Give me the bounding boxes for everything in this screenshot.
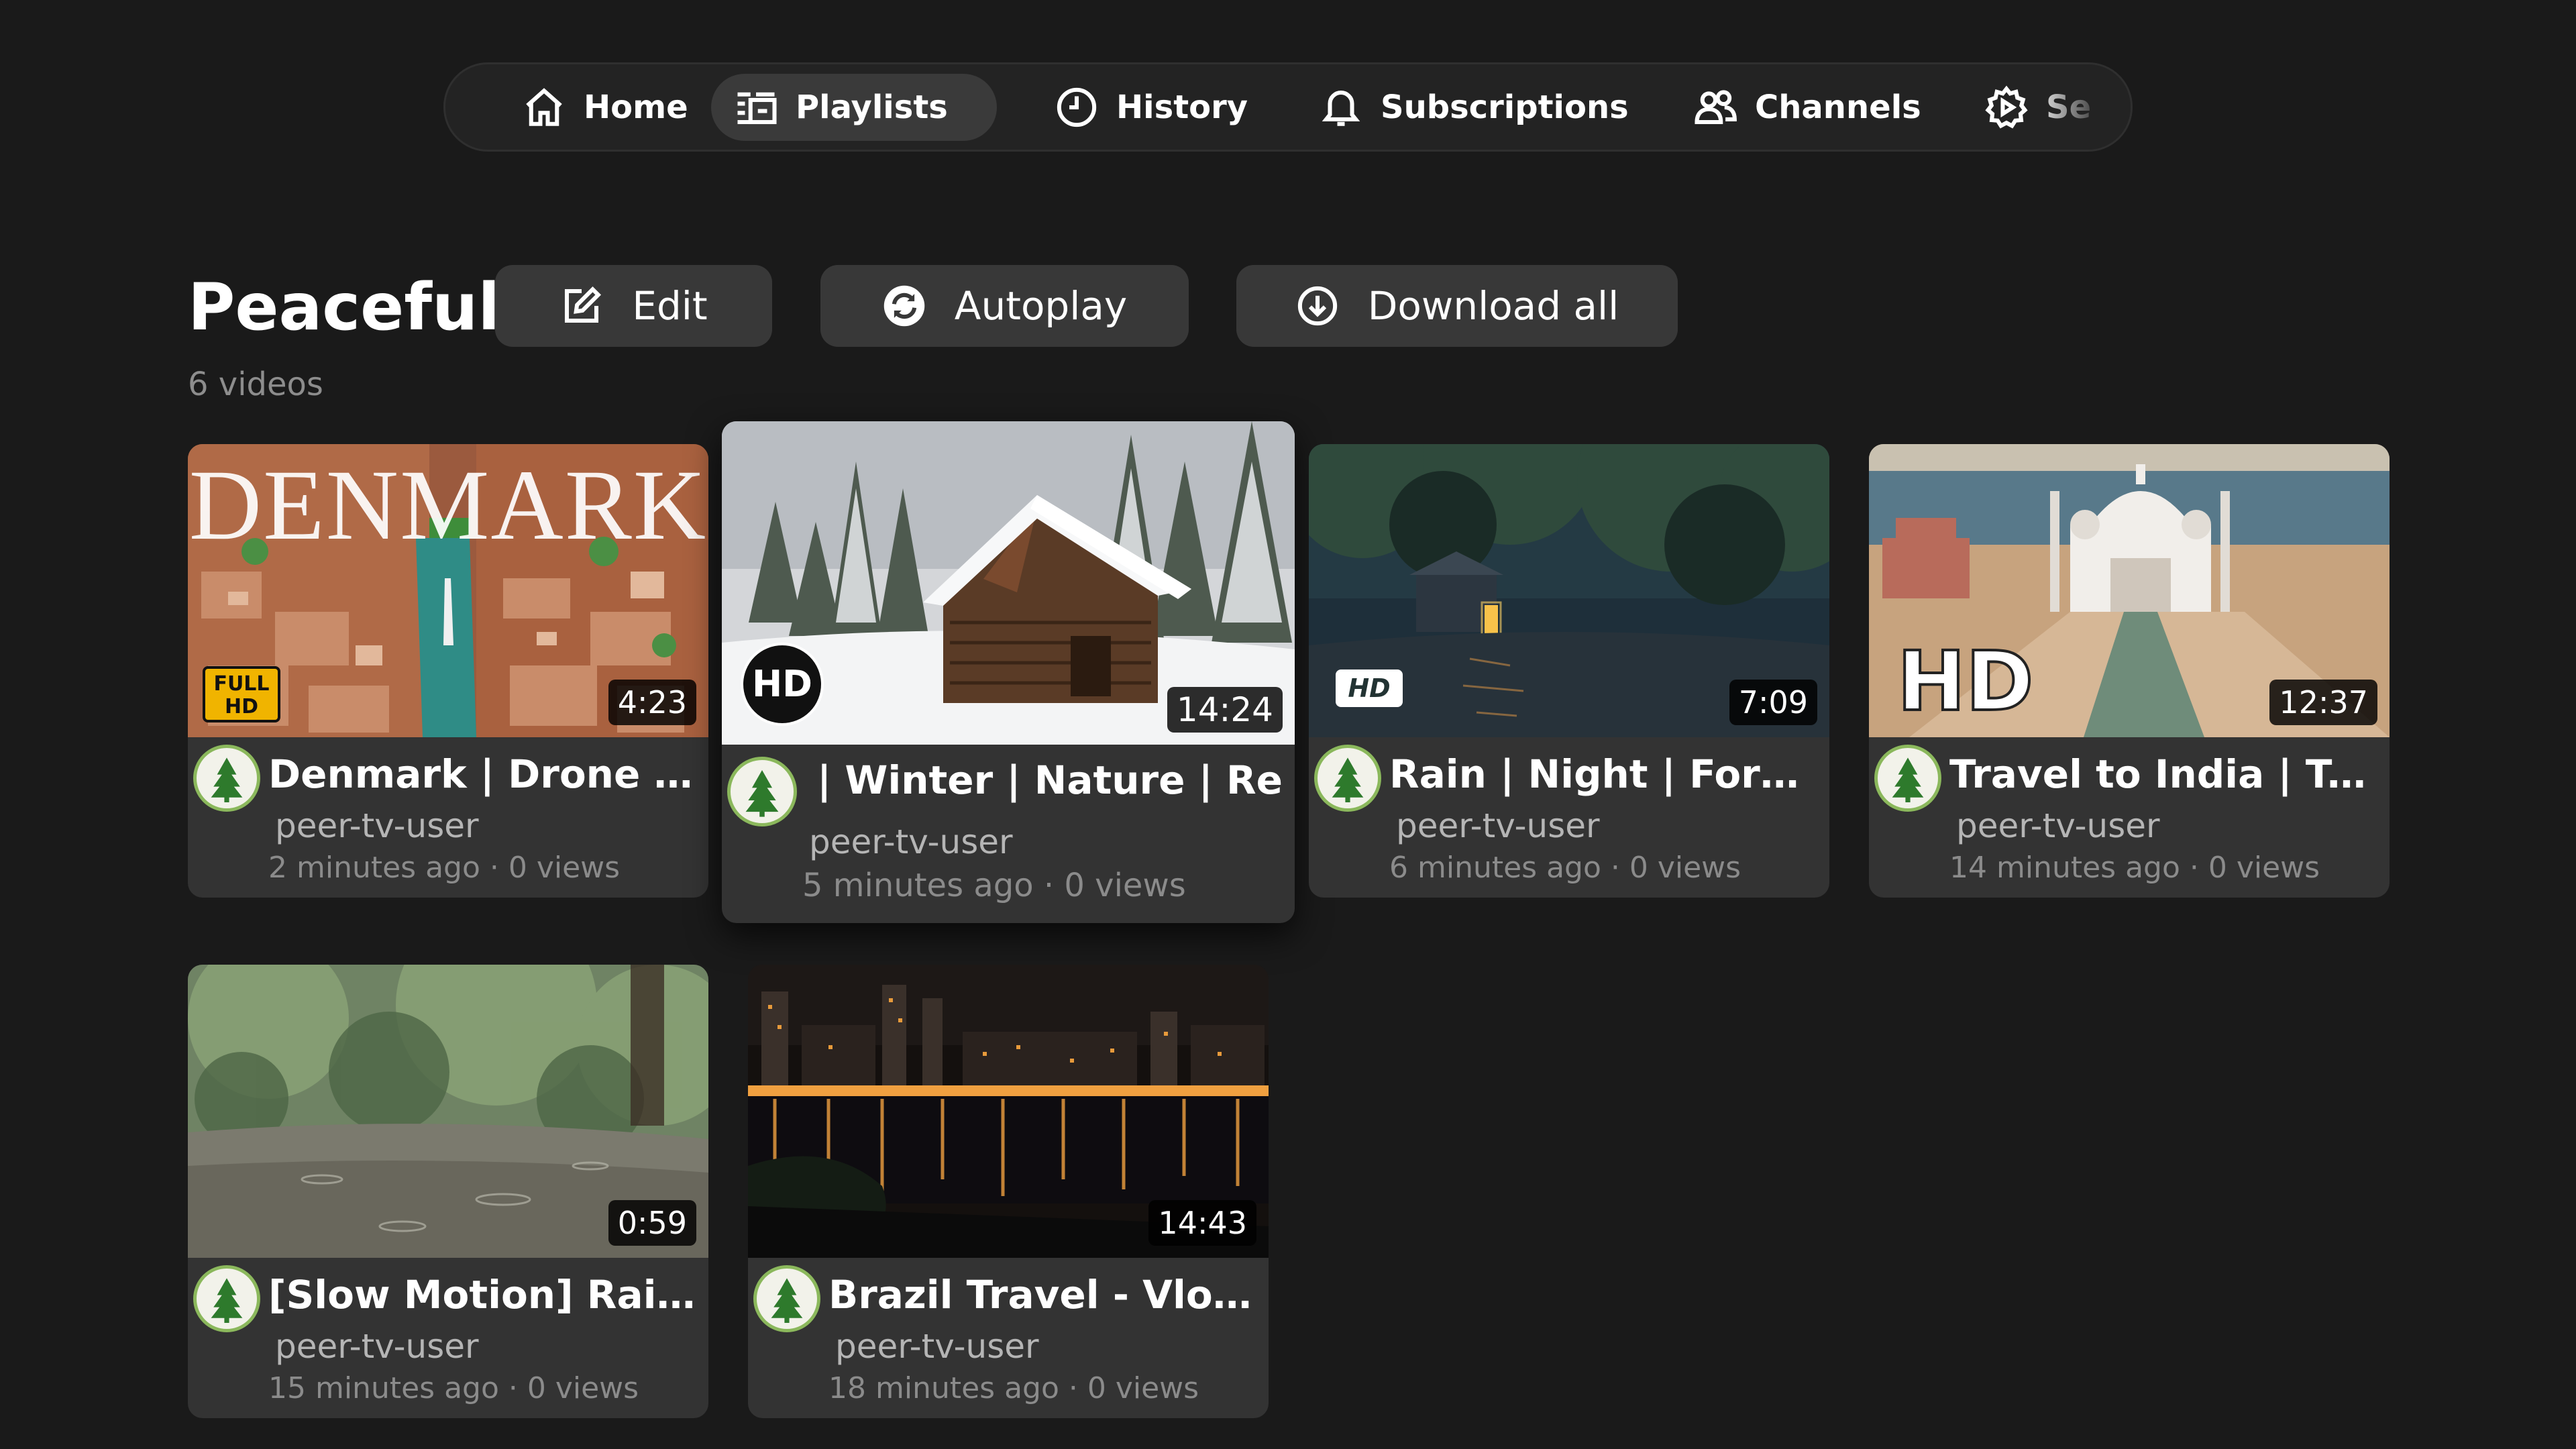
video-thumbnail[interactable]: DENMARK FULL HD 4:23 xyxy=(188,444,708,737)
video-thumbnail[interactable]: HD 12:37 xyxy=(1869,444,2390,737)
nav-subscriptions[interactable]: Subscriptions xyxy=(1296,74,1652,141)
hd-badge-label: HD xyxy=(751,663,813,705)
download-all-button[interactable]: Download all xyxy=(1236,265,1678,347)
autoplay-button[interactable]: Autoplay xyxy=(820,265,1189,347)
nav-home-label: Home xyxy=(584,89,688,126)
video-channel: peer-tv-user xyxy=(835,1327,1039,1366)
video-card[interactable]: HD 12:37 Travel to India | Taj M... peer… xyxy=(1869,444,2390,898)
channel-avatar xyxy=(193,745,260,812)
video-channel: peer-tv-user xyxy=(275,806,479,845)
full-hd-badge-label: FULL HD xyxy=(213,672,270,718)
video-card[interactable]: DENMARK FULL HD 4:23 Denmark | Drone | N… xyxy=(188,444,708,898)
channel-avatar xyxy=(1874,745,1941,812)
nav-history[interactable]: History xyxy=(1032,74,1271,141)
video-card[interactable]: 0:59 [Slow Motion] Rain St... peer-tv-us… xyxy=(188,965,708,1418)
tree-icon xyxy=(745,770,779,817)
video-title: Travel to India | Taj M... xyxy=(1949,751,2377,797)
hd-badge: HD xyxy=(1336,669,1403,707)
channel-avatar xyxy=(727,757,797,826)
video-title: Rain | Night | Forest |... xyxy=(1389,751,1817,797)
nav-fade-overlay xyxy=(2030,64,2131,150)
video-card[interactable]: HD 7:09 Rain | Night | Forest |... peer-… xyxy=(1309,444,1829,898)
hd-badge: HD xyxy=(741,643,824,726)
video-meta: 2 minutes ago · 0 views xyxy=(268,851,621,885)
video-card-focused[interactable]: HD 14:24 Snow | Winter | Nature | Re pee… xyxy=(722,421,1295,923)
tree-icon xyxy=(1332,757,1364,802)
video-title: [Slow Motion] Rain St... xyxy=(268,1272,696,1318)
bell-icon xyxy=(1322,90,1360,126)
video-duration: 4:23 xyxy=(608,680,696,725)
video-title: Denmark | Drone | Na... xyxy=(268,751,696,797)
tree-icon xyxy=(1892,757,1924,802)
hd-badge-label: HD xyxy=(1896,634,2035,729)
nav-channels[interactable]: Channels xyxy=(1670,74,1944,141)
nav-home[interactable]: Home xyxy=(499,74,711,141)
tree-icon xyxy=(211,1278,243,1323)
video-duration: 14:43 xyxy=(1148,1200,1256,1246)
tree-icon xyxy=(211,757,243,802)
nav-subscriptions-label: Subscriptions xyxy=(1381,89,1629,126)
nav-channels-label: Channels xyxy=(1755,89,1921,126)
video-duration: 0:59 xyxy=(608,1200,696,1246)
autoplay-icon xyxy=(883,285,925,327)
channel-avatar xyxy=(753,1265,820,1332)
video-count: 6 videos xyxy=(188,366,323,403)
video-card[interactable]: 14:43 Brazil Travel - Vlog | R... peer-t… xyxy=(748,965,1269,1418)
gear-icon xyxy=(1985,85,2028,129)
video-meta: 14 minutes ago · 0 views xyxy=(1949,851,2320,885)
nav-playlists-label: Playlists xyxy=(796,89,948,126)
tree-icon xyxy=(771,1278,803,1323)
video-thumbnail[interactable]: 0:59 xyxy=(188,965,708,1258)
nav-playlists[interactable]: Playlists xyxy=(711,74,997,141)
top-navigation: Home Playlists History Subscriptions Cha… xyxy=(443,62,2133,152)
autoplay-button-label: Autoplay xyxy=(954,283,1128,329)
video-duration: 7:09 xyxy=(1729,680,1817,725)
video-channel: peer-tv-user xyxy=(1956,806,2160,845)
video-title-text: Snow | Winter | Nature | Re xyxy=(805,757,1283,803)
full-hd-badge: FULL HD xyxy=(203,666,280,722)
video-channel: peer-tv-user xyxy=(809,822,1013,861)
hd-badge-label: HD xyxy=(1348,674,1391,703)
channel-avatar xyxy=(1314,745,1381,812)
download-icon xyxy=(1297,286,1337,326)
video-meta: 5 minutes ago · 0 views xyxy=(802,867,1186,904)
video-duration: 14:24 xyxy=(1167,687,1283,733)
video-thumbnail[interactable]: HD 7:09 xyxy=(1309,444,1829,737)
users-icon xyxy=(1695,90,1737,125)
thumbnail-overlay-text: DENMARK xyxy=(189,449,708,561)
video-channel: peer-tv-user xyxy=(275,1327,479,1366)
video-meta: 6 minutes ago · 0 views xyxy=(1389,851,1741,885)
channel-avatar xyxy=(193,1265,260,1332)
video-meta: 18 minutes ago · 0 views xyxy=(828,1371,1199,1405)
clock-icon xyxy=(1057,87,1097,127)
playlist-icon xyxy=(737,92,777,125)
video-duration: 12:37 xyxy=(2269,680,2377,725)
edit-icon xyxy=(565,286,602,323)
video-title: Brazil Travel - Vlog | R... xyxy=(828,1272,1256,1318)
video-title: Snow | Winter | Nature | Re xyxy=(805,753,1283,807)
home-icon xyxy=(526,88,562,126)
edit-button[interactable]: Edit xyxy=(495,265,772,347)
hd-badge: HD xyxy=(1896,637,2035,727)
page-title: Peaceful xyxy=(188,270,500,345)
video-thumbnail[interactable]: HD 14:24 xyxy=(722,421,1295,745)
video-meta: 15 minutes ago · 0 views xyxy=(268,1371,639,1405)
nav-history-label: History xyxy=(1116,89,1248,126)
edit-button-label: Edit xyxy=(632,283,708,329)
video-channel: peer-tv-user xyxy=(1396,806,1600,845)
download-all-button-label: Download all xyxy=(1367,283,1619,329)
video-thumbnail[interactable]: 14:43 xyxy=(748,965,1269,1258)
